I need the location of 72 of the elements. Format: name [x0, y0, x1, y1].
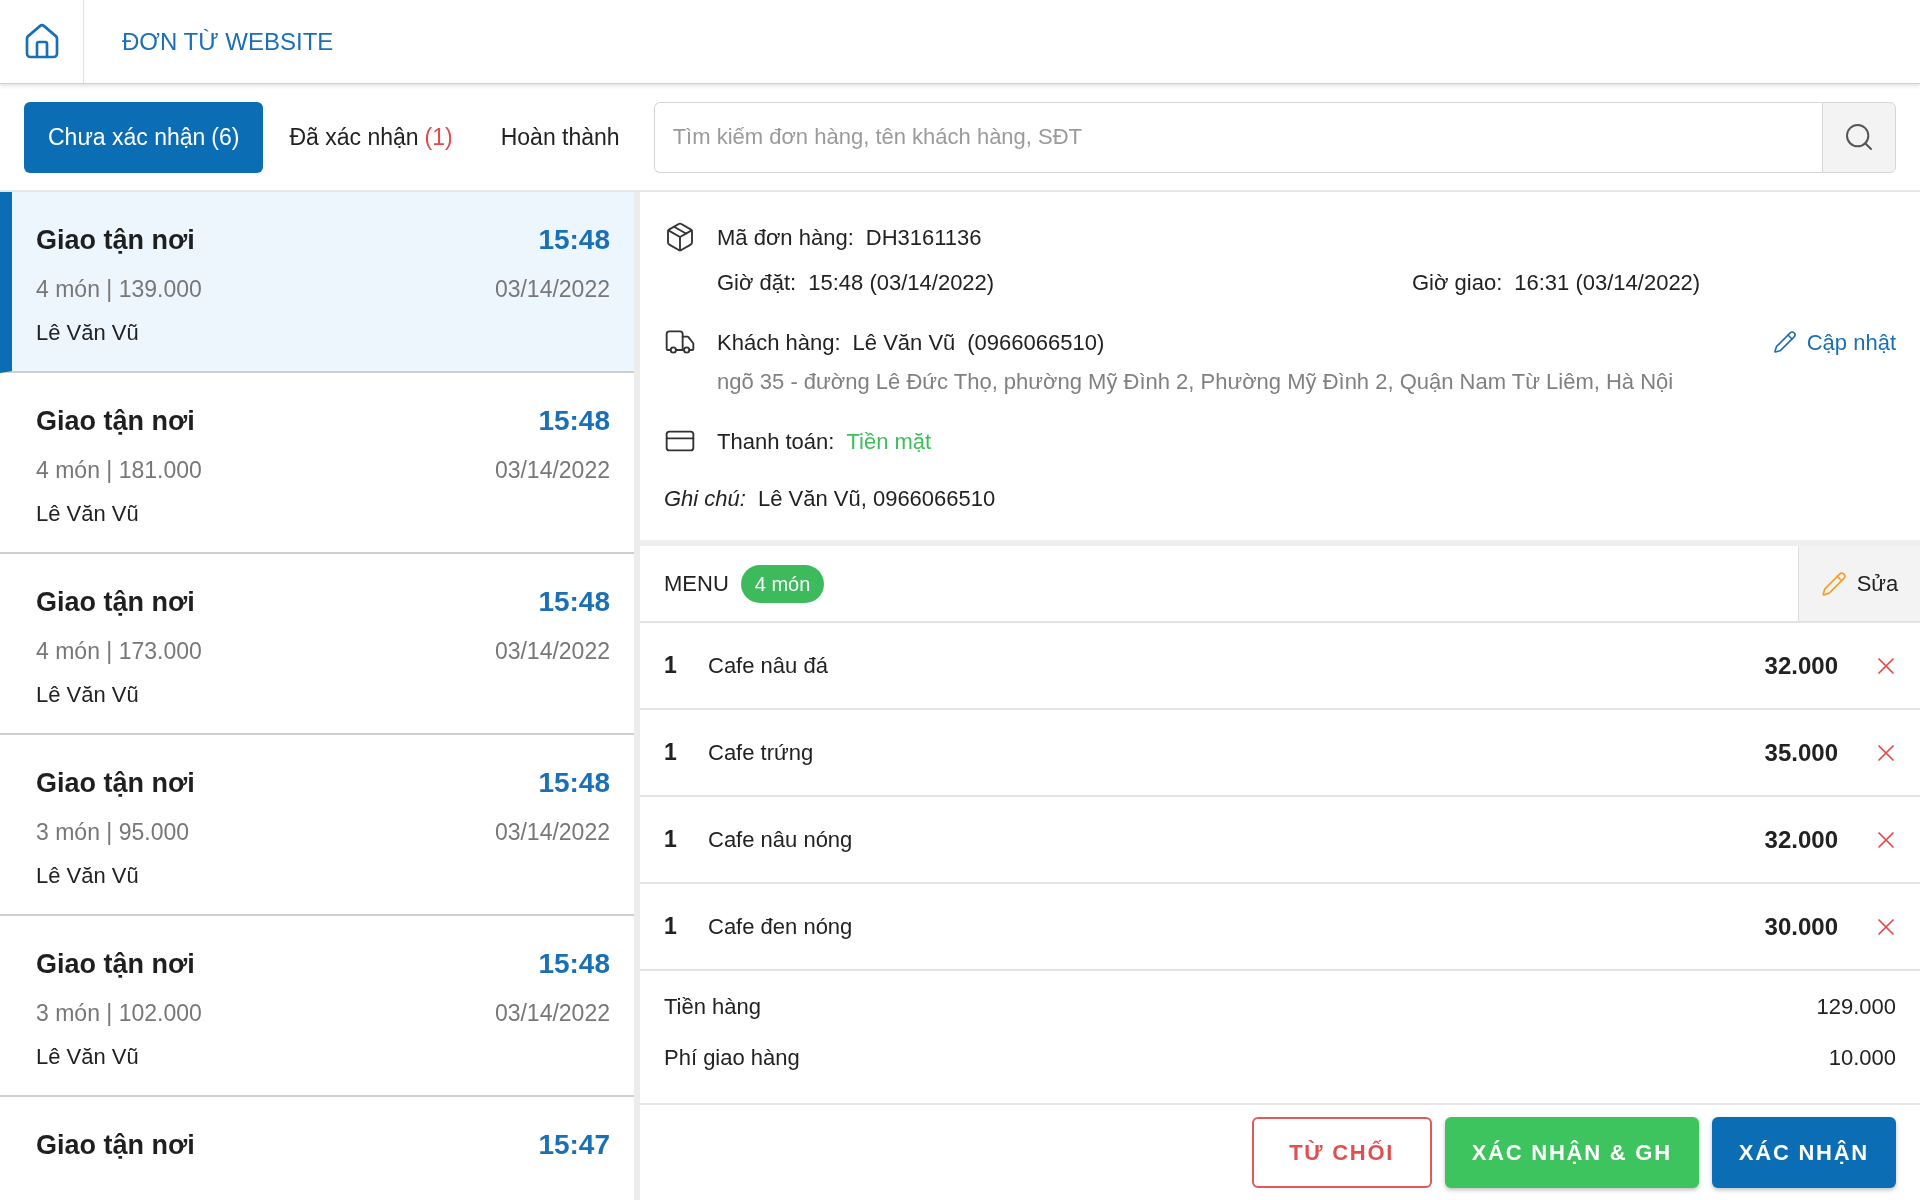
- item-name: Cafe nâu đá: [708, 652, 828, 680]
- order-code-label: Mã đơn hàng:: [717, 223, 854, 252]
- search-field[interactable]: Tìm kiếm đơn hàng, tên khách hàng, SĐT: [653, 101, 1822, 173]
- summary-label: Phí giao hàng: [664, 1043, 800, 1072]
- menu-title: MENU: [664, 570, 729, 598]
- order-date: 03/14/2022: [494, 456, 610, 485]
- payment-label: Thanh toán:: [717, 427, 835, 456]
- order-type: Giao tận nơi: [36, 405, 195, 438]
- delivery-time-label: Giờ giao:: [1412, 268, 1503, 297]
- item-name: Cafe trứng: [708, 739, 814, 767]
- pencil-icon: [1820, 570, 1847, 597]
- reject-button[interactable]: TỪ CHỐI: [1251, 1117, 1432, 1188]
- item-price: 30.000: [1764, 911, 1838, 942]
- customer-name: Lê Văn Vũ: [36, 681, 139, 709]
- order-card[interactable]: Giao tận nơi 15:48 4 món | 139.000 03/14/2022 Lê Văn Vũ: [0, 192, 634, 373]
- search-icon: [1843, 121, 1875, 153]
- customer-address: ngõ 35 - đường Lê Đức Thọ, phường Mỹ Đình 2, Phường Mỹ Đình 2, Quận Nam Từ Liêm, Hà Nội: [717, 368, 1674, 396]
- package-icon: [664, 221, 696, 253]
- item-quantity: 1: [664, 738, 678, 768]
- order-date: 03/14/2022: [494, 999, 610, 1028]
- customer-name: Lê Văn Vũ: [36, 319, 139, 347]
- order-time: 15:48: [538, 766, 610, 800]
- customer-name: Lê Văn Vũ: [852, 328, 956, 357]
- confirm-button[interactable]: XÁC NHẬN: [1711, 1117, 1896, 1188]
- order-summary: 3 món | 102.000: [36, 999, 202, 1028]
- order-date: 03/14/2022: [494, 818, 610, 847]
- order-time: 15:48: [538, 404, 610, 438]
- item-name: Cafe nâu nóng: [708, 826, 853, 854]
- edit-button[interactable]: Sửa: [1798, 546, 1920, 621]
- order-summary: 3 món | 95.000: [36, 818, 190, 847]
- customer-name: Lê Văn Vũ: [36, 1043, 139, 1071]
- summary-value: 10.000: [1828, 1043, 1896, 1072]
- item-price: 35.000: [1764, 737, 1838, 768]
- customer-label: Khách hàng:: [717, 328, 841, 357]
- item-quantity: 1: [664, 651, 678, 681]
- customer-phone: (0966066510): [967, 328, 1105, 357]
- update-link[interactable]: Cập nhật: [1772, 325, 1896, 359]
- order-time-label: Giờ đặt:: [717, 268, 797, 297]
- delivery-time-value: 16:31 (03/14/2022): [1514, 268, 1701, 297]
- order-time-value: 15:48 (03/14/2022): [808, 268, 995, 297]
- payment-method: Tiền mặt: [846, 427, 932, 456]
- order-time: 15:48: [538, 223, 610, 257]
- order-type: Giao tận nơi: [36, 1129, 195, 1162]
- item-count-badge: 4 món: [740, 564, 825, 603]
- order-time: 15:48: [538, 585, 610, 619]
- order-type: Giao tận nơi: [36, 948, 195, 981]
- note-label: Ghi chú:: [664, 484, 746, 513]
- item-price: 32.000: [1764, 650, 1838, 681]
- page-title: ĐƠN TỪ WEBSITE: [122, 26, 334, 57]
- customer-name: Lê Văn Vũ: [36, 862, 139, 890]
- tab[interactable]: Chưa xác nhận (6): [24, 101, 264, 173]
- order-time: 15:47: [538, 1128, 610, 1162]
- customer-name: Lê Văn Vũ: [36, 500, 139, 528]
- pencil-icon: [1772, 330, 1797, 354]
- order-date: 03/14/2022: [494, 637, 610, 666]
- order-code-value: DH3161136: [865, 223, 982, 252]
- order-type: Giao tận nơi: [36, 224, 195, 257]
- item-quantity: 1: [664, 825, 678, 855]
- order-type: Giao tận nơi: [36, 586, 195, 619]
- order-type: Giao tận nơi: [36, 767, 195, 800]
- item-quantity: 1: [664, 912, 678, 942]
- item-name: Cafe đen nóng: [708, 913, 853, 941]
- order-time: 15:48: [538, 947, 610, 981]
- item-price: 32.000: [1764, 824, 1838, 855]
- order-summary: 4 món | 173.000: [36, 637, 202, 666]
- summary-value: 129.000: [1816, 992, 1896, 1021]
- order-summary: 4 món | 181.000: [36, 456, 202, 485]
- order-date: 03/14/2022: [494, 275, 610, 304]
- search-button[interactable]: [1822, 101, 1896, 173]
- note-text: Lê Văn Vũ, 0966066510: [757, 484, 996, 513]
- summary-label: Tiền hàng: [664, 992, 762, 1021]
- order-summary: 4 món | 139.000: [36, 275, 202, 304]
